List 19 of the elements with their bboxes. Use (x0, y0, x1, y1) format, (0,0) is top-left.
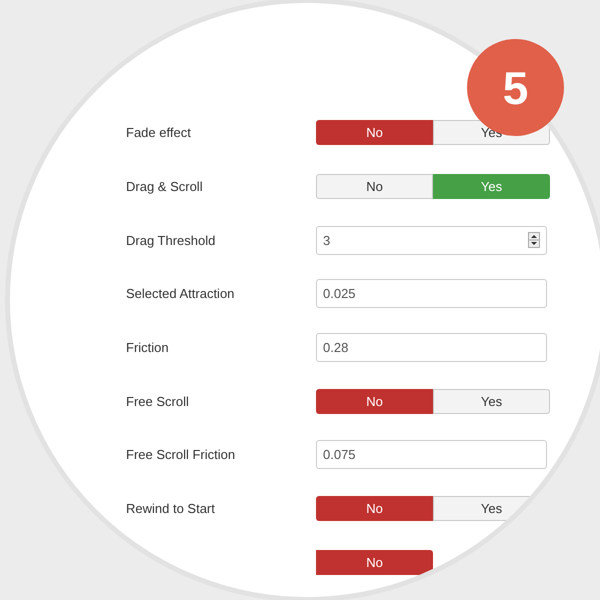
field-label: Free Scroll Friction (126, 447, 236, 462)
input-field[interactable]: 0.28 (316, 333, 547, 362)
spinner-icon[interactable] (528, 232, 540, 248)
toggle-option[interactable]: No (316, 496, 433, 522)
field-label: Drag & Scroll (126, 179, 204, 194)
field-label: Free Scroll (126, 394, 190, 409)
input-field[interactable]: 0.025 (316, 279, 547, 308)
field-label: Friction (126, 340, 170, 356)
field-label: Selected Attraction (126, 286, 236, 302)
input-field[interactable]: 0.075 (316, 440, 547, 470)
toggle-option[interactable]: No (316, 550, 433, 575)
field-label: Fade effect (126, 125, 192, 140)
toggle-option[interactable]: No (316, 174, 433, 200)
toggle-option[interactable]: No (316, 388, 433, 414)
number-field[interactable]: 3 (316, 226, 547, 255)
field-label: Drag Threshold (126, 232, 216, 248)
field-label: Rewind to Start (126, 501, 216, 516)
toggle-option[interactable]: Yes (433, 388, 550, 414)
toggle-option[interactable]: No (316, 120, 433, 146)
